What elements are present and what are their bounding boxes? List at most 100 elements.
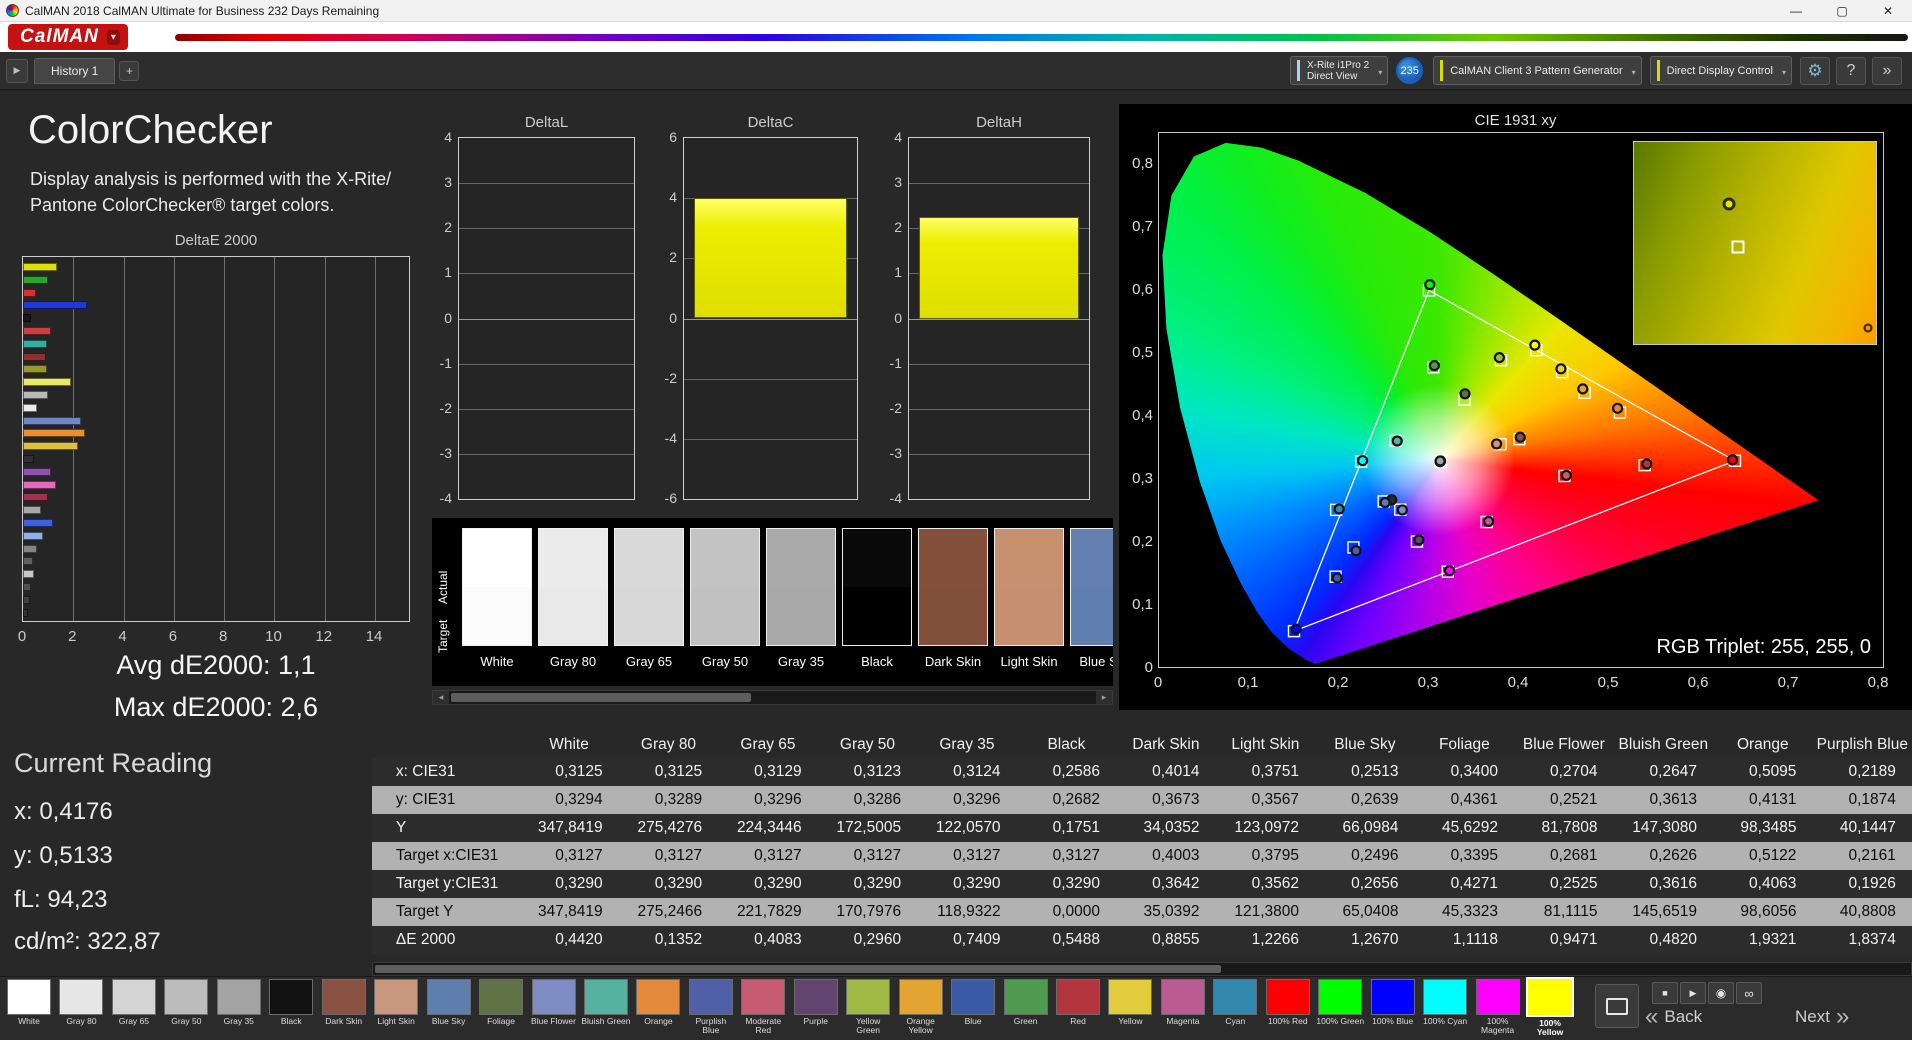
display-control-selector[interactable]: Direct Display Control ▾ [1649,56,1792,85]
target-color [995,587,1063,645]
palette-item-gray-50[interactable]: Gray 50 [161,979,211,1036]
table-cell: 0,3127 [853,847,902,864]
palette-item-purple[interactable]: Purple [791,979,841,1036]
expand-panel-icon[interactable]: » [1872,56,1902,85]
target-row-label: Target [436,619,450,653]
delta-chart-title: DeltaC [747,114,794,131]
palette-item-gray-80[interactable]: Gray 80 [56,979,106,1036]
minimize-icon[interactable]: — [1788,4,1804,18]
table-row: Y 347,8419 275,4276 224,3446 172,5005 122,057… [372,814,1912,842]
patch-color-swatch [1265,979,1310,1015]
column-header: Gray 35 [939,736,995,753]
calman-logo-button[interactable]: CalMAN ▾ [8,24,128,50]
y-tick-label: 0,6 [1132,280,1153,298]
palette-item-dark-skin[interactable]: Dark Skin [319,979,369,1036]
palette-item-moderate-red[interactable]: Moderate Red [738,979,788,1036]
palette-item-purplish-blue[interactable]: Purplish Blue [686,979,736,1036]
maximize-icon[interactable]: ▢ [1834,4,1850,18]
x-tick-label: 0 [1153,674,1163,691]
play-icon: ▶ [1689,987,1697,998]
help-icon[interactable]: ? [1836,56,1866,85]
palette-item-100-green[interactable]: 100% Green [1315,979,1365,1036]
play-button[interactable]: ▶ [1680,982,1706,1004]
deltae-bar [23,570,35,579]
palette-item-yellow[interactable]: Yellow [1105,979,1155,1036]
y-tick-label: 2 [669,249,677,266]
calman-logo-text: CalMAN [20,26,99,47]
palette-item-label: 100% Blue [1372,1017,1414,1026]
table-cell: 0,2682 [1052,791,1101,808]
palette-item-foliage[interactable]: Foliage [476,979,526,1036]
scrollbar-thumb[interactable] [451,693,751,702]
measured-point [1529,339,1541,351]
palette-item-label: Cyan [1225,1017,1246,1026]
table-cell: 172,5005 [836,819,902,836]
palette-item-100-yellow[interactable]: 100% Yellow [1525,977,1575,1038]
deltae-bar [23,288,36,297]
measured-point [1611,402,1624,414]
deltae-bar [23,455,35,463]
palette-item-blue-sky[interactable]: Blue Sky [424,979,474,1036]
palette-item-blue[interactable]: Blue [948,979,998,1036]
palette-item-100-magenta[interactable]: 100% Magenta [1473,979,1523,1036]
table-cell: 122,0570 [935,819,1001,836]
palette-item-100-cyan[interactable]: 100% Cyan [1420,979,1470,1036]
meter-selector[interactable]: X-Rite i1Pro 2 Direct View ▾ [1289,56,1389,85]
back-button[interactable]: « Back [1645,1003,1702,1030]
table-cell: 0,3127 [1052,847,1101,864]
add-tab-button[interactable]: + [119,60,140,81]
palette-item-black[interactable]: Black [266,979,316,1036]
palette-item-red[interactable]: Red [1053,979,1103,1036]
chevron-left-icon: « [1645,1003,1659,1030]
palette-item-100-red[interactable]: 100% Red [1263,979,1313,1036]
table-cell: 0,4420 [555,931,603,948]
palette-item-gray-35[interactable]: Gray 35 [214,979,264,1036]
palette-item-100-blue[interactable]: 100% Blue [1368,979,1418,1036]
tab-history-1[interactable]: History 1 [34,57,116,84]
measured-point [1413,534,1425,546]
stop-button[interactable]: ■ [1652,982,1678,1004]
x-tick-label: 10 [265,628,282,645]
meter-reading-badge[interactable]: 235 [1396,57,1424,84]
patch-color-swatch [1160,979,1205,1015]
delta-value-bar [919,216,1079,319]
settings-gear-icon[interactable]: ⚙ [1800,56,1830,85]
palette-item-cyan[interactable]: Cyan [1210,979,1260,1036]
palette-item-yellow-green[interactable]: Yellow Green [843,979,893,1036]
scroll-left-icon[interactable]: ◂ [433,691,449,704]
palette-item-magenta[interactable]: Magenta [1158,979,1208,1036]
x-tick-label: 12 [315,628,333,645]
palette-item-white[interactable]: White [4,979,54,1036]
deltae-bar [23,339,47,348]
display-window-button[interactable] [1595,984,1639,1028]
deltae-bar-chart [22,256,410,622]
palette-item-label: Gray 65 [118,1017,150,1026]
pattern-generator-selector[interactable]: CalMAN Client 3 Pattern Generator ▾ [1433,56,1642,85]
scroll-right-icon[interactable]: ▸ [1096,691,1112,704]
table-row: x: CIE31 0,3125 0,3125 0,3129 0,3123 0,3124 0,… [372,758,1912,786]
calman-app: CalMAN 2018 CalMAN Ultimate for Business… [0,0,1912,1040]
loop-button[interactable]: ∞ [1736,982,1762,1004]
palette-item-blue-flower[interactable]: Blue Flower [529,979,579,1036]
next-button[interactable]: Next » [1795,1005,1849,1029]
palette-item-light-skin[interactable]: Light Skin [371,979,421,1036]
y-tick-label: 2 [894,219,902,236]
aperture-button[interactable]: ◉ [1708,982,1734,1004]
x-tick-label: 0,1 [1237,674,1259,691]
close-icon[interactable]: ✕ [1880,4,1896,18]
column-header: Blue Sky [1334,736,1396,753]
history-nav-icon[interactable]: ▶ [6,58,28,83]
table-cell: 0,1926 [1848,875,1896,892]
palette-item-green[interactable]: Green [1001,979,1051,1036]
table-gutter [372,786,390,814]
deltae-bar [23,442,79,451]
y-tick-label: 6 [669,129,677,145]
palette-item-orange[interactable]: Orange [633,979,683,1036]
palette-item-orange-yellow[interactable]: Orange Yellow [896,979,946,1036]
palette-item-gray-65[interactable]: Gray 65 [109,979,159,1036]
scrollbar-thumb[interactable] [375,965,1221,973]
table-scrollbar[interactable] [372,962,1912,976]
table-cell: 0,3400 [1450,763,1498,780]
palette-item-bluish-green[interactable]: Bluish Green [581,979,631,1036]
swatch-strip-scrollbar[interactable]: ◂ ▸ [432,690,1113,705]
